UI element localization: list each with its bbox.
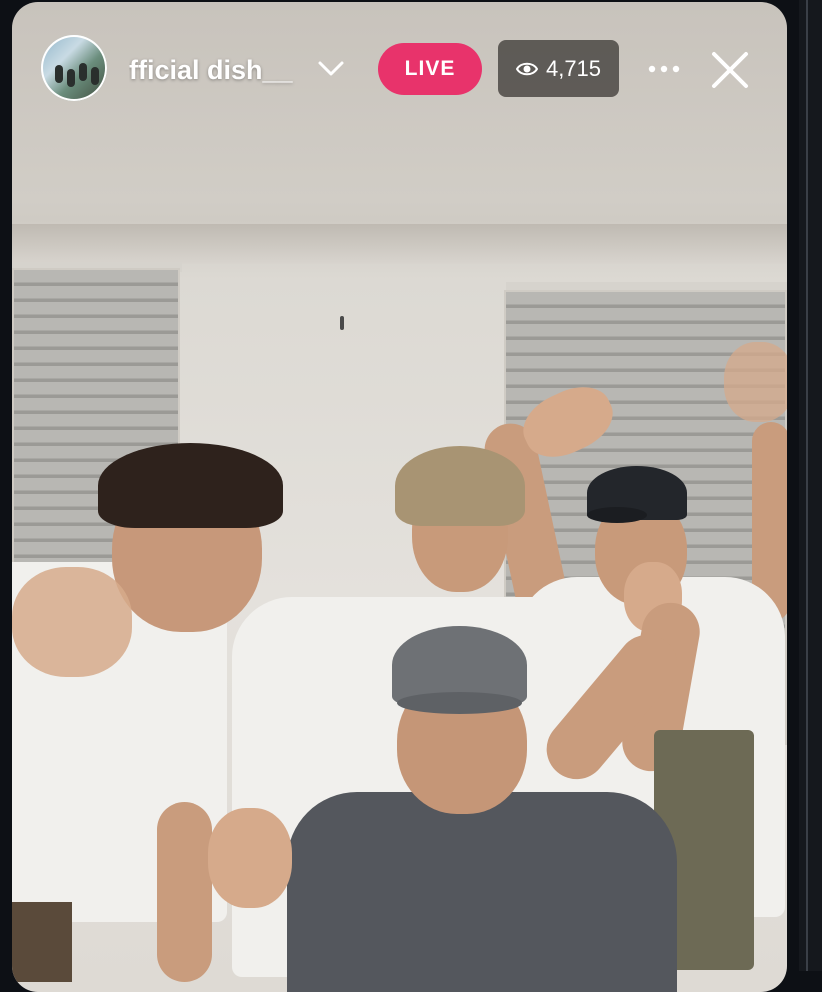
eye-icon xyxy=(515,62,538,75)
live-badge: LIVE xyxy=(378,43,482,95)
live-header: fficial dish__ LIVE 4,715 xyxy=(0,0,822,140)
avatar-figure xyxy=(55,65,63,83)
avatar-figure xyxy=(91,67,99,85)
profile-avatar[interactable] xyxy=(41,35,107,101)
viewer-count-badge[interactable]: 4,715 xyxy=(498,40,619,97)
avatar-figure xyxy=(67,69,75,87)
screen-edge-line xyxy=(806,0,808,971)
wall-hook xyxy=(340,316,344,330)
username[interactable]: fficial dish__ xyxy=(129,52,309,88)
avatar-figure xyxy=(79,63,87,81)
screen-edge xyxy=(799,0,822,971)
chevron-down-icon[interactable] xyxy=(317,56,345,80)
more-horizontal-icon[interactable] xyxy=(644,55,684,83)
viewer-count: 4,715 xyxy=(545,55,602,81)
close-icon[interactable] xyxy=(708,48,752,92)
ceiling xyxy=(12,224,787,264)
live-video-frame xyxy=(12,2,787,992)
